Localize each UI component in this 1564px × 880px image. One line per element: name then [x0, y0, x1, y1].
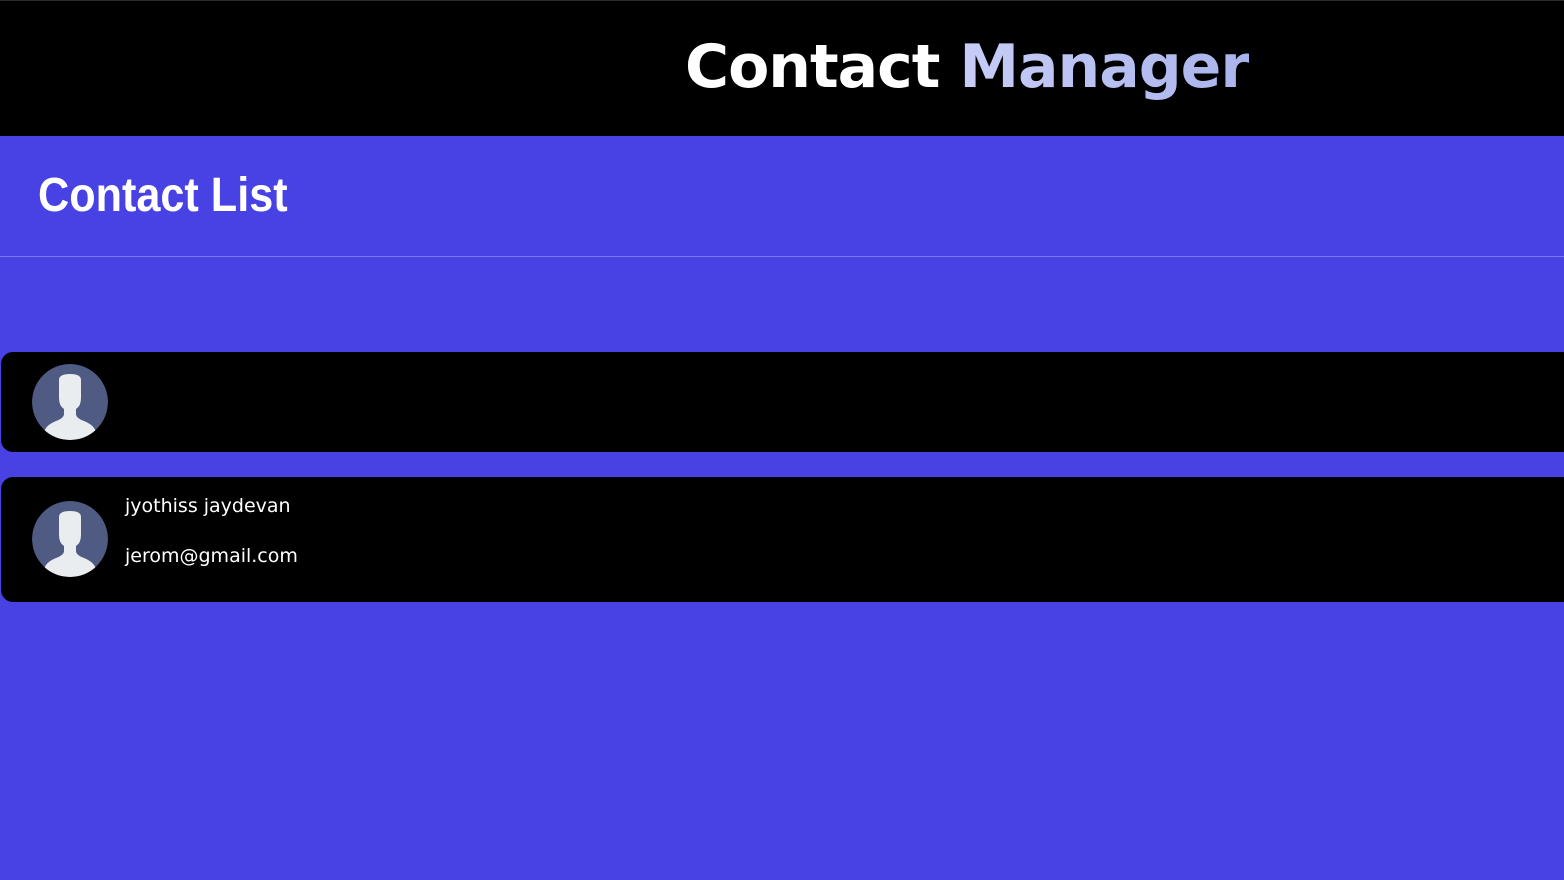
contact-email: jerom@gmail.com: [125, 545, 298, 567]
contact-card[interactable]: [1, 352, 1564, 452]
contact-list-heading: Contact List: [38, 169, 288, 222]
app-header: Contact Manager: [0, 0, 1564, 136]
app-title-word-manager: Manager: [959, 32, 1250, 102]
app-title-word-contact: Contact: [685, 32, 940, 102]
app-title: Contact Manager: [0, 31, 1564, 103]
user-silhouette-icon: [32, 501, 108, 577]
contact-name: jyothiss jaydevan: [125, 495, 291, 517]
user-silhouette-icon: [32, 364, 108, 440]
heading-divider: [0, 256, 1564, 257]
contact-card[interactable]: jyothiss jaydevan jerom@gmail.com: [1, 477, 1564, 602]
